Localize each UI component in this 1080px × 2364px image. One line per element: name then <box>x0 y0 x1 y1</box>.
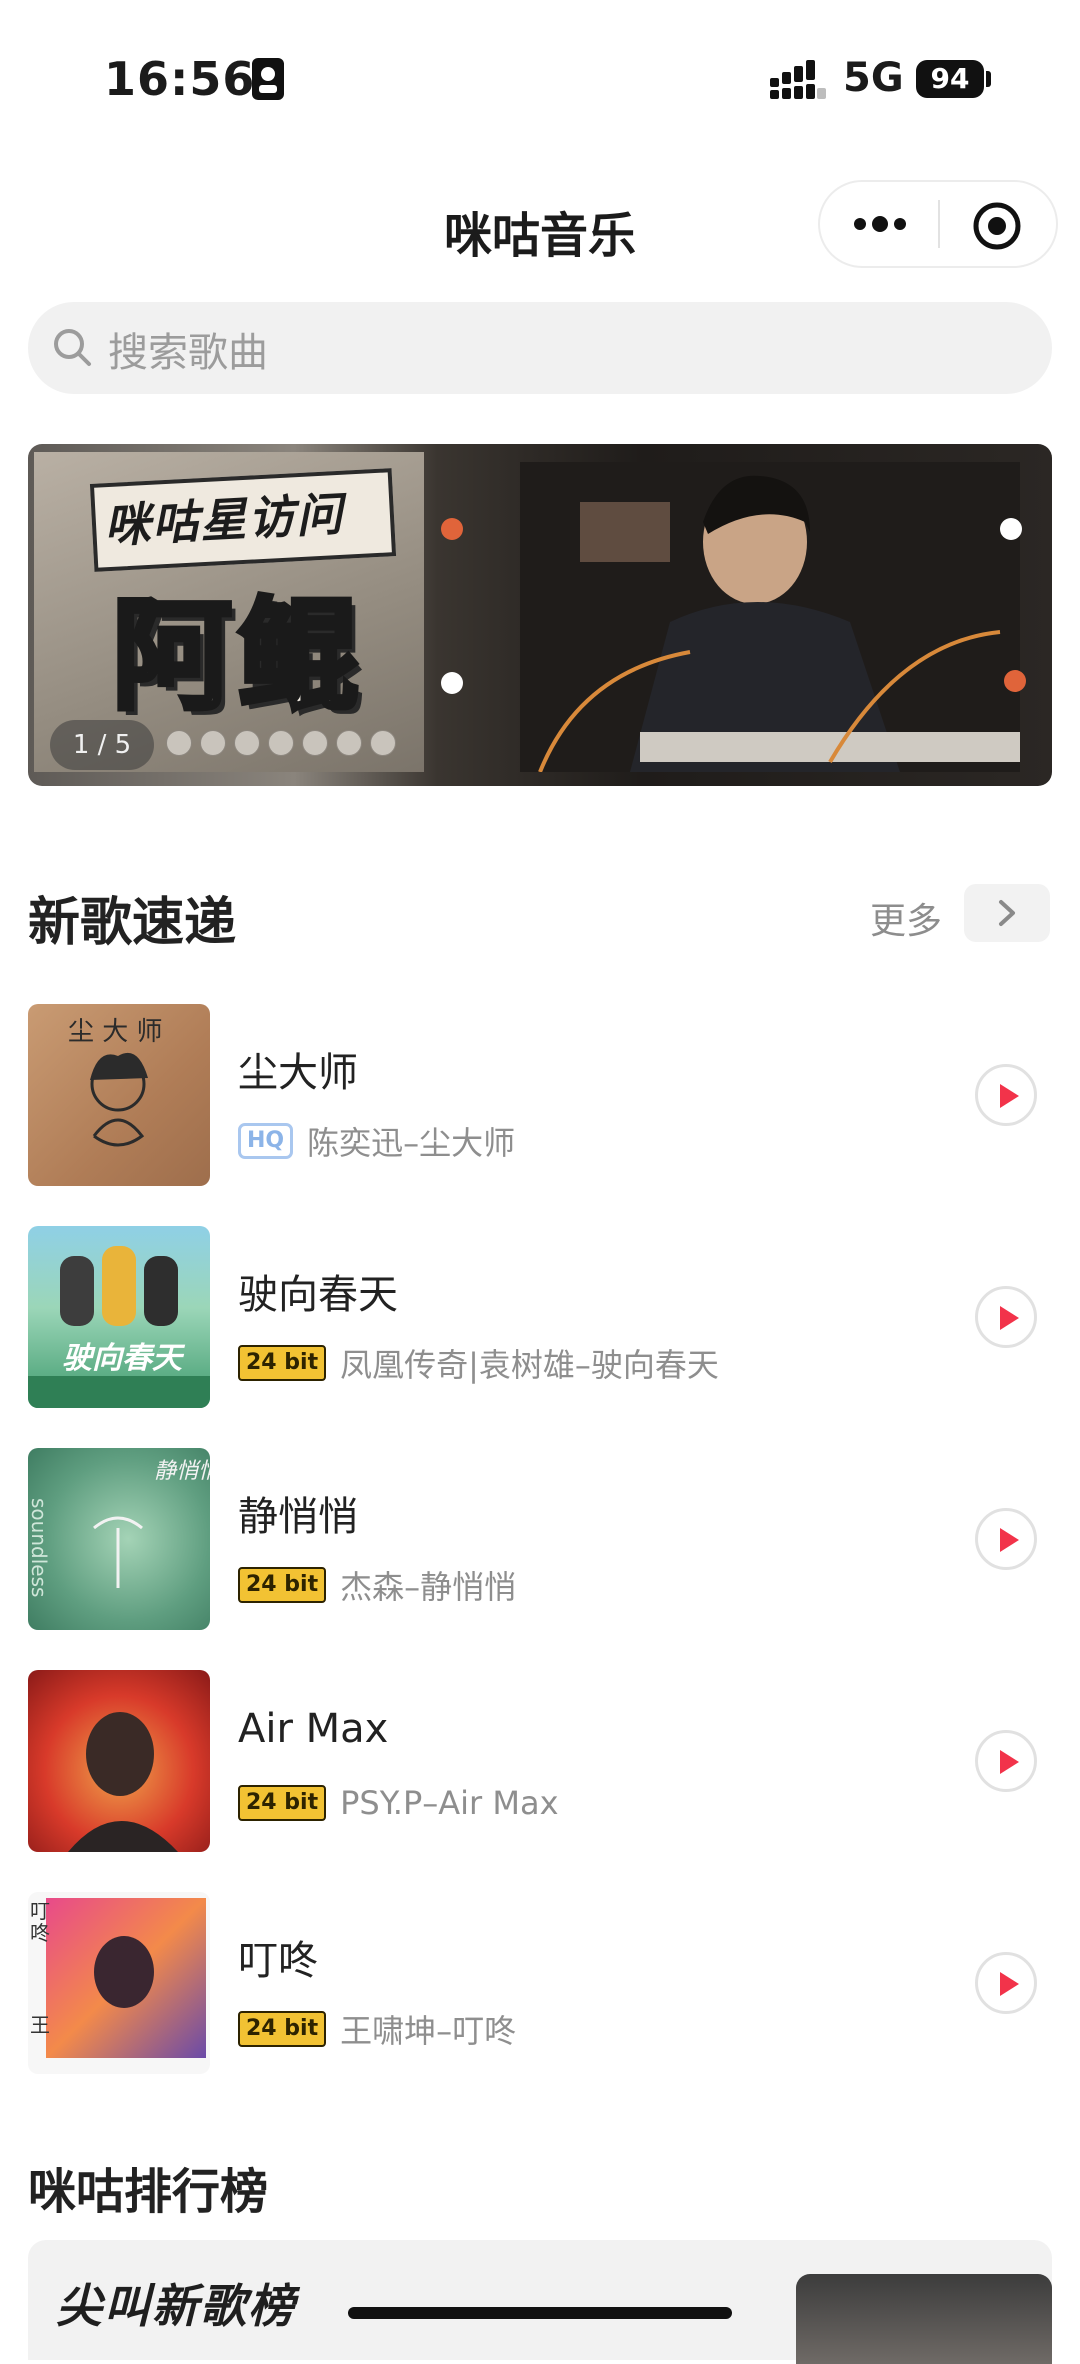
svg-text:王: 王 <box>30 2013 50 2037</box>
more-link[interactable]: 更多 <box>870 892 942 944</box>
song-subtitle: 24 bit 凤凰传奇|袁树雄–驶向春天 <box>238 1340 719 1386</box>
svg-text:静悄悄: 静悄悄 <box>154 1459 210 1484</box>
24bit-badge: 24 bit <box>238 1567 327 1603</box>
song-title[interactable]: 静悄悄 <box>238 1484 358 1542</box>
24bit-badge: 24 bit <box>238 1345 327 1381</box>
more-dots-icon[interactable] <box>852 208 908 240</box>
song-title[interactable]: 驶向春天 <box>238 1262 398 1320</box>
pager-dot[interactable] <box>200 730 226 756</box>
song-subtitle: HQ 陈奕迅–尘大师 <box>238 1118 515 1164</box>
song-artist: 凤凰传奇|袁树雄–驶向春天 <box>340 1346 719 1384</box>
song-cover[interactable]: 叮 咚 王 <box>28 1892 210 2074</box>
24bit-badge: 24 bit <box>238 2011 327 2047</box>
cover-art: 静悄悄 soundless <box>28 1459 210 1597</box>
section-title-charts: 咪咕排行榜 <box>28 2164 269 2220</box>
cover-art: 叮 咚 王 <box>30 1898 206 2058</box>
pager-dot[interactable] <box>370 730 396 756</box>
play-icon <box>1000 1972 1019 1996</box>
search-icon <box>54 329 91 366</box>
battery-tip <box>986 71 991 87</box>
song-artist: 王啸坤–叮咚 <box>340 2012 517 2050</box>
target-icon[interactable] <box>972 201 1022 251</box>
svg-text:叮: 叮 <box>30 1899 50 1923</box>
play-button[interactable] <box>975 1064 1037 1126</box>
banner-page-counter: 1 / 5 <box>50 720 154 770</box>
hq-badge: HQ <box>238 1123 294 1159</box>
24bit-badge: 24 bit <box>238 1785 327 1821</box>
pager-dot[interactable] <box>336 730 362 756</box>
song-artist: 陈奕迅–尘大师 <box>307 1124 516 1162</box>
network-type: 5G <box>843 55 904 101</box>
play-icon <box>1000 1528 1019 1552</box>
chart-card-image <box>796 2274 1052 2364</box>
play-icon <box>1000 1084 1019 1108</box>
cover-art <box>68 1712 178 1852</box>
chart-card-title[interactable]: 尖叫新歌榜 <box>56 2270 296 2336</box>
banner-artist-photo <box>520 462 1020 772</box>
svg-text:soundless: soundless <box>28 1498 51 1597</box>
play-button[interactable] <box>975 1286 1037 1348</box>
home-indicator[interactable] <box>348 2307 732 2319</box>
search-placeholder: 搜索歌曲 <box>108 330 268 376</box>
song-title[interactable]: Air Max <box>238 1706 388 1752</box>
banner-dot-white <box>441 672 463 694</box>
cover-art: 尘 大 师 <box>68 1017 163 1147</box>
svg-text:尘 大 师: 尘 大 师 <box>68 1017 163 1047</box>
banner-dot-orange <box>441 518 463 540</box>
song-title[interactable]: 尘大师 <box>238 1040 358 1098</box>
play-button[interactable] <box>975 1730 1037 1792</box>
banner-dot-white <box>1000 518 1022 540</box>
song-artist: PSY.P–Air Max <box>340 1784 559 1822</box>
song-cover[interactable]: 驶向春天 <box>28 1226 210 1408</box>
play-icon <box>1000 1306 1019 1330</box>
banner-dot-orange <box>1004 670 1026 692</box>
song-subtitle: 24 bit PSY.P–Air Max <box>238 1784 559 1822</box>
song-cover[interactable]: 尘 大 师 <box>28 1004 210 1186</box>
svg-text:咚: 咚 <box>30 1921 50 1945</box>
song-title[interactable]: 叮咚 <box>238 1928 318 1986</box>
pager-dot[interactable] <box>268 730 294 756</box>
banner-pager <box>166 730 396 758</box>
play-button[interactable] <box>975 1508 1037 1570</box>
pager-dot[interactable] <box>166 730 192 756</box>
more-button[interactable] <box>964 884 1050 942</box>
song-subtitle: 24 bit 杰森–静悄悄 <box>238 1562 516 1608</box>
capsule-divider <box>938 200 940 248</box>
sim-card-icon <box>252 58 284 100</box>
song-subtitle: 24 bit 王啸坤–叮咚 <box>238 2006 516 2052</box>
section-title-new-songs: 新歌速递 <box>28 893 237 953</box>
play-button[interactable] <box>975 1952 1037 2014</box>
pager-dot[interactable] <box>302 730 328 756</box>
song-cover[interactable] <box>28 1670 210 1852</box>
play-icon <box>1000 1750 1019 1774</box>
banner-tag: 咪咕星访问 <box>102 486 346 554</box>
signal-icon <box>770 60 826 99</box>
status-time: 16:56 <box>104 52 256 106</box>
song-artist: 杰森–静悄悄 <box>340 1568 517 1606</box>
battery-indicator: 94 <box>916 60 984 98</box>
chevron-right-icon <box>999 900 1015 926</box>
song-cover[interactable]: 静悄悄 soundless <box>28 1448 210 1630</box>
pager-dot[interactable] <box>234 730 260 756</box>
cover-art: 驶向春天 <box>28 1246 210 1408</box>
banner-artist-name: 阿鲲 <box>110 585 364 729</box>
svg-text:驶向春天: 驶向春天 <box>62 1341 186 1376</box>
